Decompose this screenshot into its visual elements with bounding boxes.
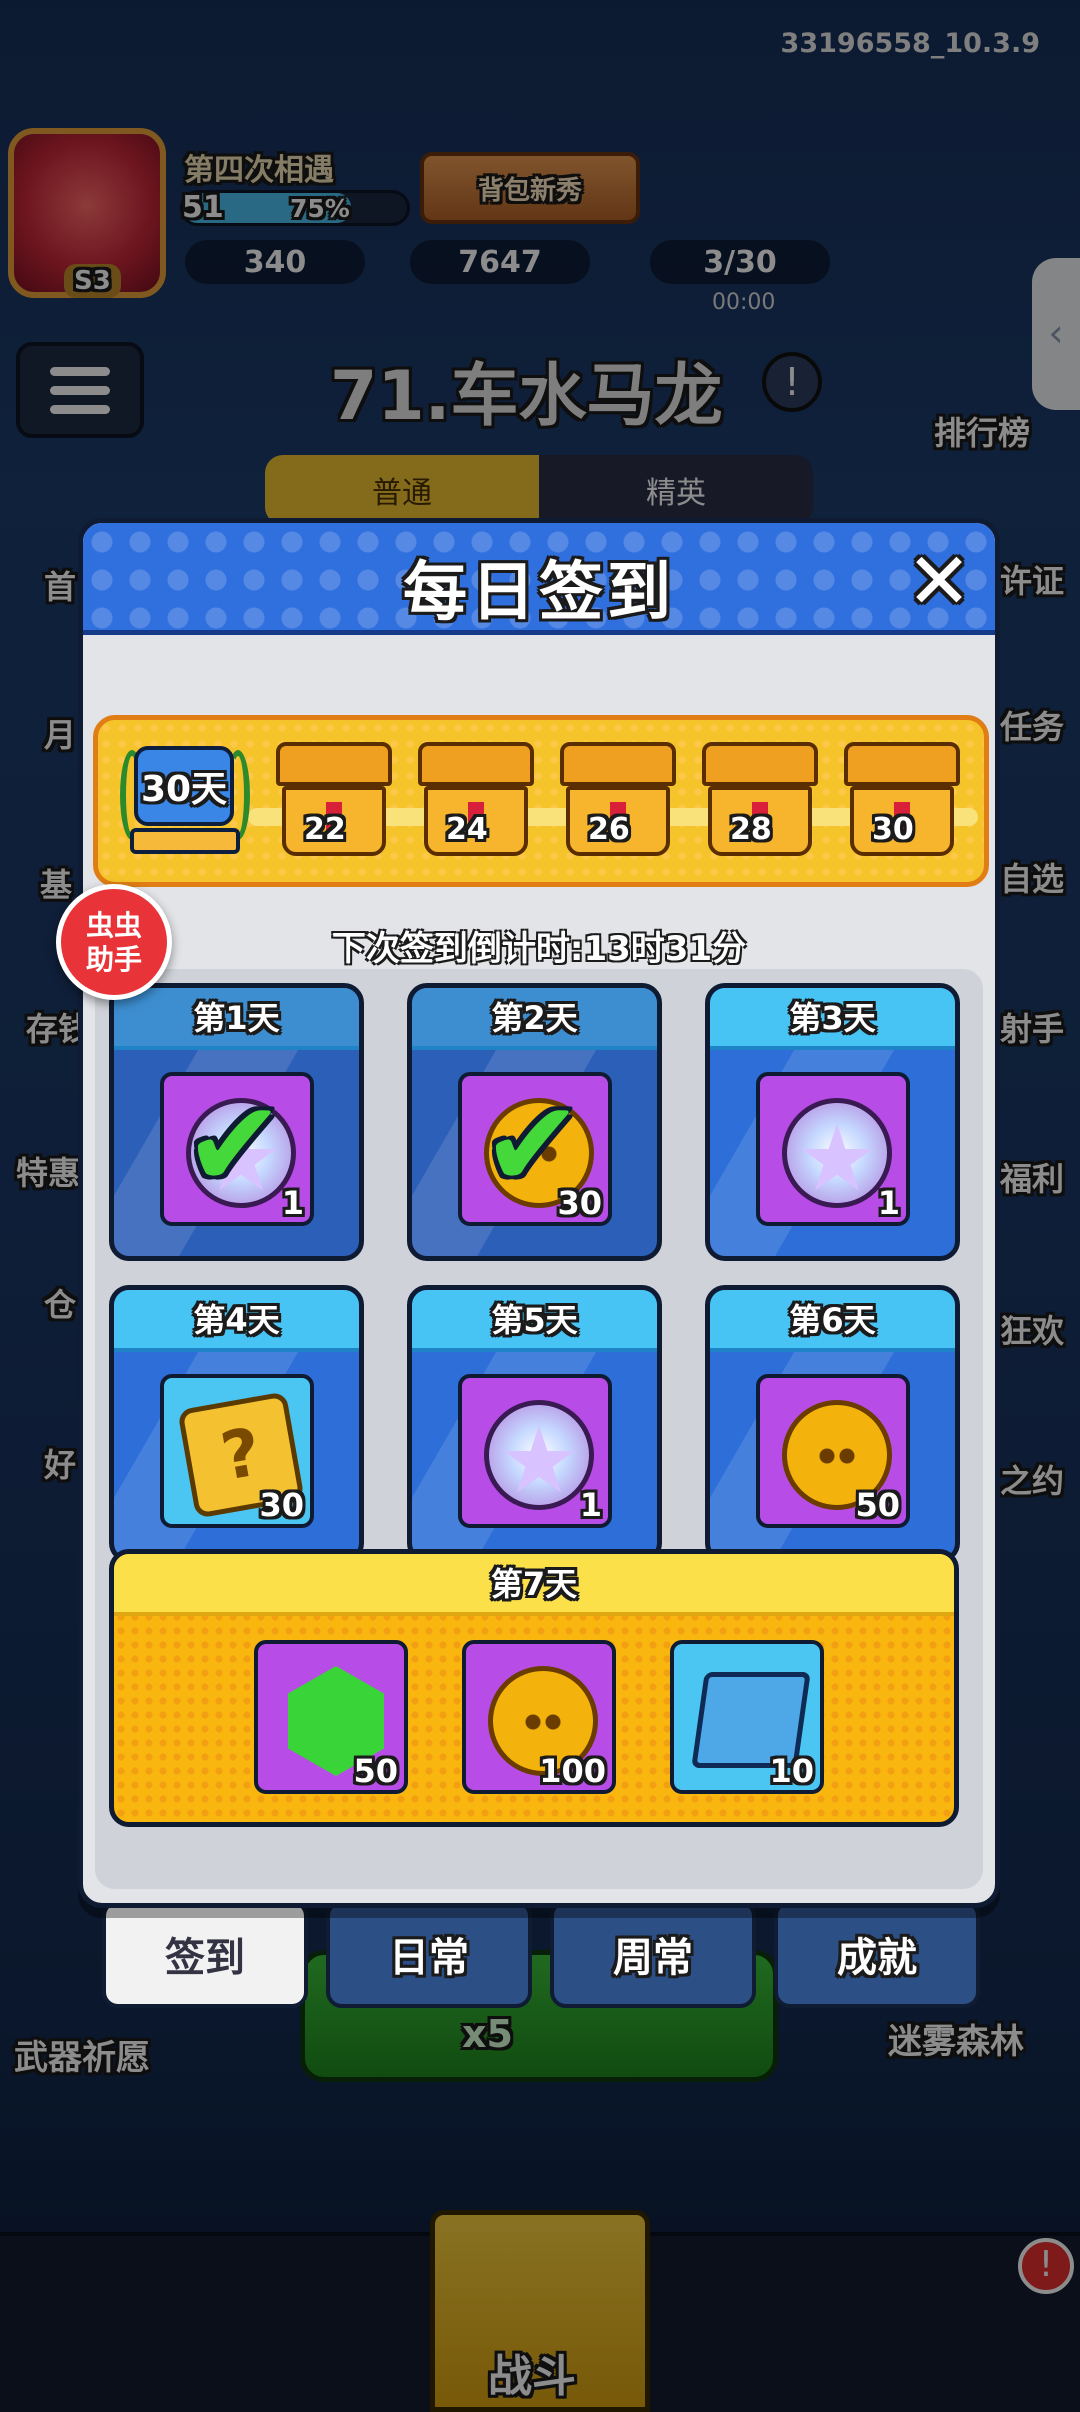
day-card-1[interactable]: 第1天 ★ ✔ 1 (109, 983, 364, 1261)
helper-badge[interactable]: 虫虫 助手 (56, 884, 172, 1000)
reward-item: ? 30 (160, 1374, 314, 1528)
daily-checkin-dialog: 每日签到 ✕ 30天 22 24 26 28 30 下次签到倒计时:13时31分… (78, 518, 1000, 1908)
reward-qty: 50 (353, 1752, 398, 1790)
day-label: 第4天 (114, 1290, 359, 1352)
thirty-day-badge: 30天 (120, 740, 250, 854)
day-card-6[interactable]: 第6天 50 (705, 1285, 960, 1563)
dialog-header: 每日签到 ✕ (83, 523, 995, 635)
helper-badge-line2: 助手 (85, 943, 142, 976)
day-label: 第3天 (710, 988, 955, 1050)
milestone-day: 24 (446, 812, 488, 847)
reward-qty: 30 (259, 1486, 304, 1524)
day-label: 第6天 (710, 1290, 955, 1352)
milestone-day: 30 (872, 812, 914, 847)
reward-grid: 第1天 ★ ✔ 1 第2天 ✔ 30 第3天 ★ 1 第4天 ? 30 第5天 … (95, 969, 983, 1889)
milestone-day: 26 (588, 812, 630, 847)
claimed-check-icon: ✔ (184, 1076, 285, 1215)
cumulative-progress: 30天 22 24 26 28 30 (93, 715, 989, 887)
reward-item: ★ 1 (458, 1374, 612, 1528)
tab-daily-label: 日常 (389, 1935, 469, 1981)
reward-qty: 100 (539, 1752, 606, 1790)
reward-item: 10 (670, 1640, 824, 1794)
reward-qty: 1 (579, 1486, 602, 1524)
tab-checkin[interactable]: 签到 (102, 1900, 308, 2008)
reward-item: 50 (254, 1640, 408, 1794)
tab-weekly-label: 周常 (613, 1935, 693, 1981)
reward-qty: 10 (769, 1752, 814, 1790)
reward-item: ✔ 30 (458, 1072, 612, 1226)
tab-achievements-label: 成就 (837, 1935, 917, 1981)
milestone-chest[interactable]: 22 (276, 742, 392, 860)
tab-checkin-label: 签到 (165, 1935, 245, 1981)
milestone-chest[interactable]: 24 (418, 742, 534, 860)
reward-item: 50 (756, 1374, 910, 1528)
calendar-icon: 30天 (134, 746, 234, 826)
reward-item: ★ 1 (756, 1072, 910, 1226)
reward-qty: 50 (855, 1486, 900, 1524)
day-card-7[interactable]: 第7天 50 100 10 (109, 1549, 959, 1827)
star-orb-icon: ★ (484, 1400, 594, 1510)
day-card-3[interactable]: 第3天 ★ 1 (705, 983, 960, 1261)
day-label: 第7天 (114, 1554, 954, 1616)
tab-daily[interactable]: 日常 (326, 1900, 532, 2008)
ribbon-icon (130, 828, 240, 854)
milestone-day: 28 (730, 812, 772, 847)
tab-achievements[interactable]: 成就 (774, 1900, 980, 2008)
dialog-title: 每日签到 (403, 556, 675, 630)
close-icon[interactable]: ✕ (901, 543, 977, 623)
reward-qty: 1 (281, 1184, 304, 1222)
reward-item: ★ ✔ 1 (160, 1072, 314, 1226)
milestone-chest[interactable]: 26 (560, 742, 676, 860)
star-orb-icon: ★ (782, 1098, 892, 1208)
milestone-chest[interactable]: 28 (702, 742, 818, 860)
helper-badge-line1: 虫虫 (85, 909, 142, 942)
badge-text: 30天 (140, 769, 228, 810)
milestone-chest[interactable]: 30 (844, 742, 960, 860)
day-label: 第5天 (412, 1290, 657, 1352)
day-card-4[interactable]: 第4天 ? 30 (109, 1285, 364, 1563)
reward-item: 100 (462, 1640, 616, 1794)
reward-qty: 30 (557, 1184, 602, 1222)
milestone-day: 22 (304, 812, 346, 847)
next-checkin-countdown: 下次签到倒计时:13时31分 (331, 929, 747, 969)
day-card-2[interactable]: 第2天 ✔ 30 (407, 983, 662, 1261)
day-label: 第2天 (412, 988, 657, 1050)
tab-weekly[interactable]: 周常 (550, 1900, 756, 2008)
day-card-5[interactable]: 第5天 ★ 1 (407, 1285, 662, 1563)
reward-qty: 1 (877, 1184, 900, 1222)
day-label: 第1天 (114, 988, 359, 1050)
